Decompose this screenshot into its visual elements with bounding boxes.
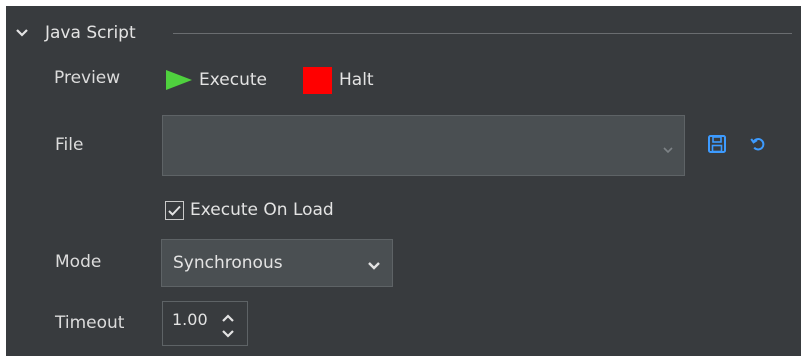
stop-icon — [303, 66, 332, 94]
reload-icon[interactable] — [749, 135, 767, 153]
chevron-down-icon — [367, 257, 381, 270]
mode-select[interactable]: Synchronous — [161, 239, 393, 287]
execute-on-load-checkbox[interactable]: Execute On Load — [165, 198, 334, 222]
save-icon[interactable] — [707, 134, 727, 154]
play-icon — [166, 70, 192, 90]
spin-down-icon[interactable] — [220, 325, 236, 338]
timeout-label: Timeout — [55, 313, 125, 333]
preview-label: Preview — [54, 68, 121, 88]
timeout-spinbox[interactable]: 1.00 — [162, 301, 248, 346]
timeout-input[interactable]: 1.00 — [172, 302, 208, 338]
chevron-down-icon — [662, 140, 674, 154]
section-divider — [173, 33, 792, 34]
spin-up-icon[interactable] — [220, 309, 236, 322]
execute-on-load-label: Execute On Load — [190, 200, 334, 220]
execute-button[interactable]: Execute — [166, 65, 267, 95]
section-header: Java Script — [6, 22, 801, 44]
halt-button[interactable]: Halt — [303, 65, 374, 95]
mode-label: Mode — [55, 252, 102, 272]
execute-label: Execute — [199, 70, 267, 90]
chevron-down-icon[interactable] — [14, 22, 30, 44]
halt-label: Halt — [339, 70, 374, 90]
file-select[interactable] — [162, 115, 685, 176]
section-title: Java Script — [45, 23, 136, 43]
file-label: File — [55, 135, 84, 155]
java-script-panel: Java Script Preview Execute Halt File Ex… — [6, 6, 801, 356]
mode-select-value: Synchronous — [173, 253, 283, 273]
checkbox-check-icon — [165, 200, 184, 220]
